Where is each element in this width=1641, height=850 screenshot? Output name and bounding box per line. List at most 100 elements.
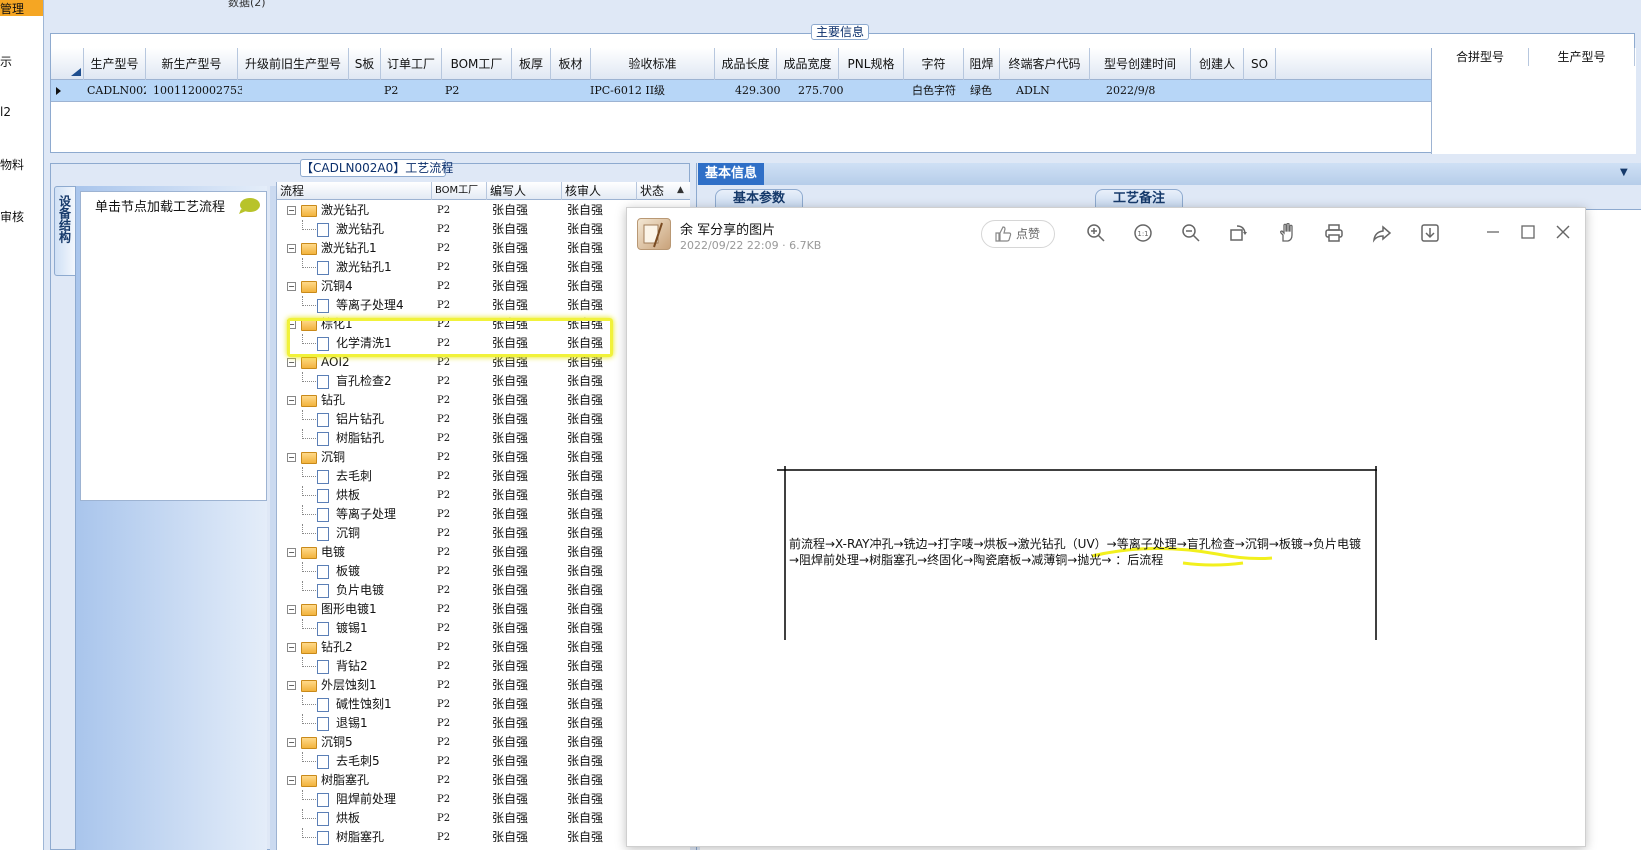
col-header[interactable]: S板 xyxy=(349,48,381,80)
tree-node-label[interactable]: 激光钻孔 xyxy=(321,201,369,220)
tree-cell-reviewer: 张自强 xyxy=(567,545,604,559)
tree-cell-author: 张自强 xyxy=(492,279,529,293)
tree-node-label[interactable]: 沉铜5 xyxy=(321,733,353,752)
collapse-toggle-icon[interactable]: − xyxy=(287,605,296,614)
collapse-toggle-icon[interactable]: − xyxy=(287,738,296,747)
row-selector-header[interactable] xyxy=(51,48,84,80)
col-header[interactable]: 字符 xyxy=(904,48,964,80)
collapse-toggle-icon[interactable]: − xyxy=(287,396,296,405)
folder-icon xyxy=(301,680,317,692)
col-header[interactable]: 成品长度 xyxy=(715,48,777,80)
tree-node-label[interactable]: 等离子处理 xyxy=(336,505,396,524)
tab-basic-params[interactable]: 基本参数 xyxy=(715,189,803,209)
tab-basic-info[interactable]: 基本信息 xyxy=(698,163,764,185)
cell-prod-model[interactable]: CADLN002A0 xyxy=(84,80,146,102)
tree-node-label[interactable]: 图形电镀1 xyxy=(321,600,377,619)
scroll-up-icon[interactable]: ▲ xyxy=(677,185,684,195)
tree-node-label[interactable]: 退锡1 xyxy=(336,714,368,733)
col-header[interactable]: 合拼型号 xyxy=(1432,48,1529,66)
col-header[interactable]: 型号创建时间 xyxy=(1090,48,1191,80)
left-nav-item[interactable]: l2 xyxy=(0,105,11,119)
tree-node-label[interactable]: 去毛刺 xyxy=(336,467,372,486)
col-header[interactable]: 阻焊 xyxy=(964,48,1000,80)
tree-node-label[interactable]: 盲孔检查2 xyxy=(336,372,392,391)
col-header[interactable]: 成品宽度 xyxy=(777,48,839,80)
col-header[interactable]: 验收标准 xyxy=(591,48,715,80)
tree-node-label[interactable]: 钻孔 xyxy=(321,391,345,410)
col-header[interactable]: 核审人 xyxy=(562,182,637,200)
tree-node-label[interactable]: 钻孔2 xyxy=(321,638,353,657)
cell-standard[interactable]: IPC-6012 II级 xyxy=(587,80,711,102)
dropdown-arrow-icon[interactable]: ▼ xyxy=(1620,167,1628,178)
tree-node-label[interactable]: 碱性蚀刻1 xyxy=(336,695,392,714)
tree-node-label[interactable]: 背钻2 xyxy=(336,657,368,676)
cell-char[interactable]: 白色字符 xyxy=(909,80,969,102)
tree-node-label[interactable]: 外层蚀刻1 xyxy=(321,676,377,695)
side-tab-structure[interactable]: 设备结构 xyxy=(54,186,76,276)
collapse-toggle-icon[interactable]: − xyxy=(287,244,296,253)
tree-node-label[interactable]: 等离子处理4 xyxy=(336,296,404,315)
collapse-toggle-icon[interactable]: − xyxy=(287,206,296,215)
cell-created[interactable]: 2022/9/8 xyxy=(1103,80,1193,102)
side-tab-label: 设备结构 xyxy=(57,195,72,243)
cell-solder[interactable]: 绿色 xyxy=(967,80,1003,102)
tree-node-label[interactable]: 镀锡1 xyxy=(336,619,368,638)
col-header[interactable]: 生产型号 xyxy=(84,48,146,80)
tree-node-label[interactable]: 激光钻孔1 xyxy=(336,258,392,277)
cell-length[interactable]: 429.300 xyxy=(732,80,794,102)
col-header[interactable]: 编写人 xyxy=(487,182,562,200)
tree-node-label[interactable]: 负片电镀 xyxy=(336,581,384,600)
tree-node-label[interactable]: 沉铜4 xyxy=(321,277,353,296)
left-nav-item[interactable]: 示 xyxy=(0,53,12,70)
tree-cell-author: 张自强 xyxy=(492,564,529,578)
collapse-toggle-icon[interactable]: − xyxy=(287,681,296,690)
tree-node-label[interactable]: 阻焊前处理 xyxy=(336,790,396,809)
table-row[interactable]: CADLN002A0 10011200027538 P2 P2 IPC-6012… xyxy=(51,80,1431,102)
col-header[interactable]: 创建人 xyxy=(1191,48,1244,80)
cell-new-model[interactable]: 10011200027538 xyxy=(150,80,242,102)
col-header[interactable]: PNL规格 xyxy=(839,48,904,80)
cell-customer[interactable]: ADLN xyxy=(1013,80,1093,102)
col-header[interactable]: 升级前旧生产型号 xyxy=(238,48,349,80)
col-header[interactable]: 板材 xyxy=(551,48,591,80)
cell-bom-factory[interactable]: P2 xyxy=(442,80,512,102)
tree-node-label[interactable]: 铝片钻孔 xyxy=(336,410,384,429)
col-header[interactable]: 新生产型号 xyxy=(146,48,238,80)
tree-node-label[interactable]: 沉铜 xyxy=(336,524,360,543)
tree-node-label[interactable]: 激光钻孔 xyxy=(336,220,384,239)
tab-process-notes[interactable]: 工艺备注 xyxy=(1095,189,1183,209)
left-nav-item[interactable]: 管理 xyxy=(0,0,24,17)
col-header[interactable]: BOM工厂 xyxy=(432,182,487,200)
col-header[interactable]: 终端客户代码 xyxy=(1000,48,1090,80)
col-header[interactable]: 流程 xyxy=(277,182,432,200)
col-header[interactable]: 订单工厂 xyxy=(381,48,442,80)
tree-cell-bom: P2 xyxy=(437,376,451,387)
collapse-toggle-icon[interactable]: − xyxy=(287,453,296,462)
folder-icon xyxy=(301,547,317,559)
cell-width[interactable]: 275.700 xyxy=(795,80,857,102)
col-header[interactable]: BOM工厂 xyxy=(442,48,512,80)
tree-node-label[interactable]: 去毛刺5 xyxy=(336,752,380,771)
tree-node-label[interactable]: 沉铜 xyxy=(321,448,345,467)
tree-node-label[interactable]: 板镀 xyxy=(336,562,360,581)
collapse-toggle-icon[interactable]: − xyxy=(287,643,296,652)
col-header[interactable]: 板厚 xyxy=(512,48,551,80)
tree-node-label[interactable]: 烘板 xyxy=(336,486,360,505)
cell-order-factory[interactable]: P2 xyxy=(381,80,442,102)
tree-node-label[interactable]: 电镀 xyxy=(321,543,345,562)
tree-node-label[interactable]: 激光钻孔1 xyxy=(321,239,377,258)
collapse-toggle-icon[interactable]: − xyxy=(287,282,296,291)
col-header[interactable]: 生产型号 xyxy=(1529,48,1635,66)
left-nav-item[interactable]: 物料 xyxy=(0,156,24,173)
tree-node-label[interactable]: 树脂塞孔 xyxy=(321,771,369,790)
tree-node-label[interactable]: 树脂塞孔 xyxy=(336,828,384,847)
col-header[interactable]: SO xyxy=(1244,48,1276,80)
collapse-toggle-icon[interactable]: − xyxy=(287,548,296,557)
tree-cell-author: 张自强 xyxy=(492,716,529,730)
tree-node-label[interactable]: 烘板 xyxy=(336,809,360,828)
tree-node-label[interactable]: 树脂钻孔 xyxy=(336,429,384,448)
tree-cell-author: 张自强 xyxy=(492,241,529,255)
left-nav-item[interactable]: 审核 xyxy=(0,208,24,225)
collapse-toggle-icon[interactable]: − xyxy=(287,776,296,785)
collapse-toggle-icon[interactable]: − xyxy=(287,358,296,367)
